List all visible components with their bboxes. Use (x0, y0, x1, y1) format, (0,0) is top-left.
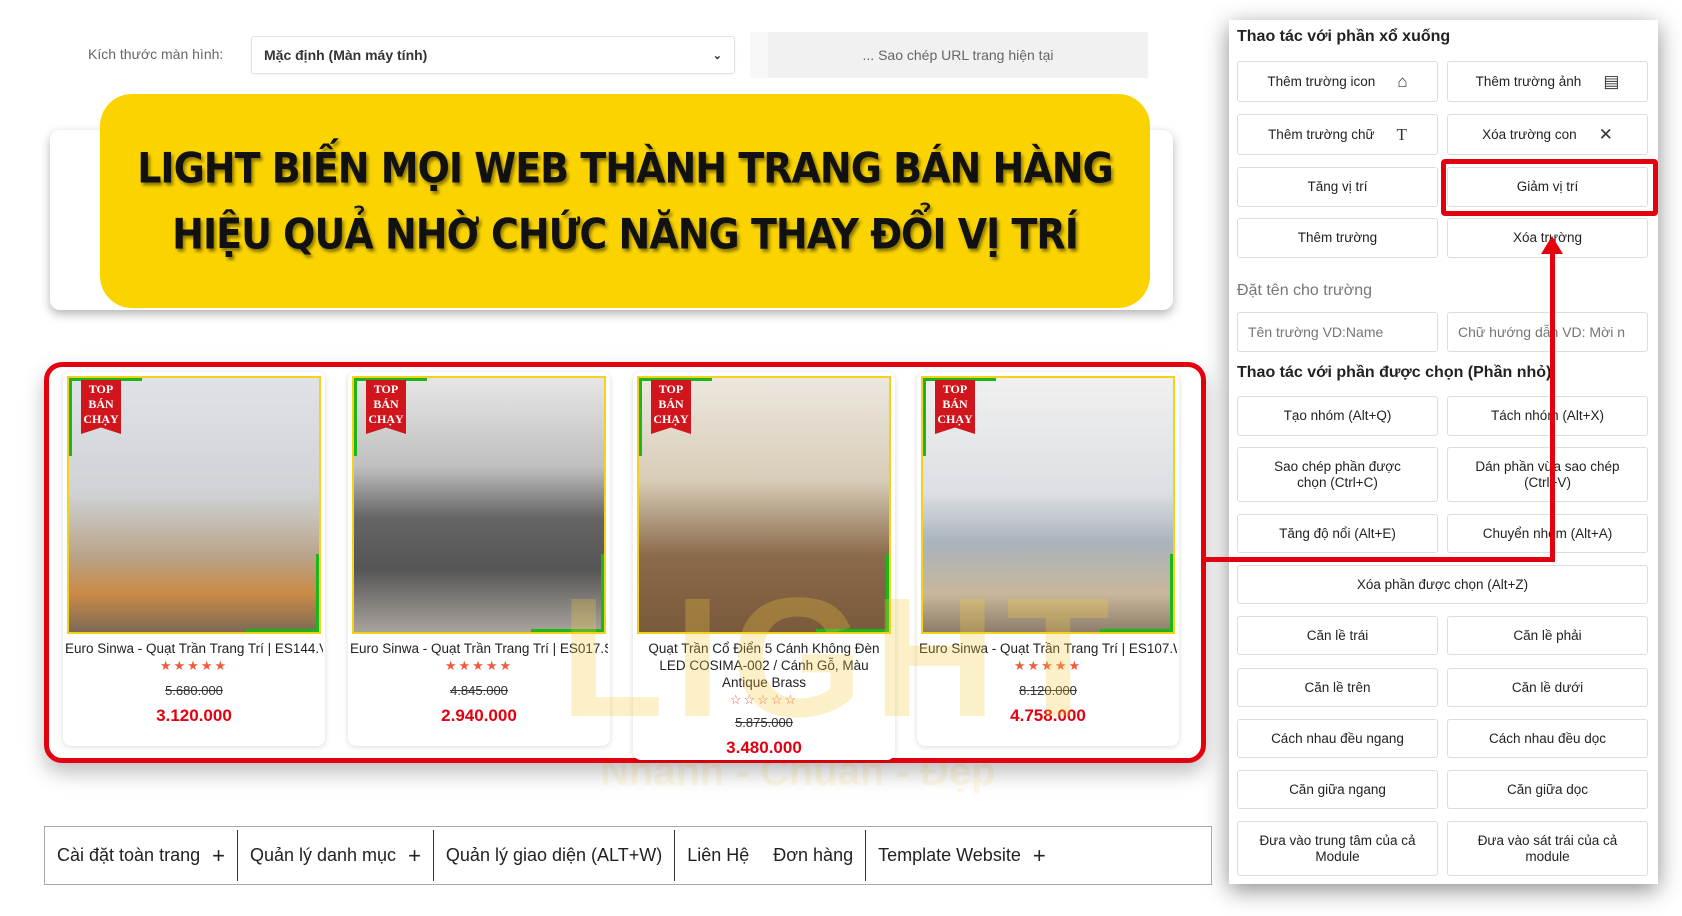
copy-selection-button[interactable]: Sao chép phần được chọn (Ctrl+C) (1237, 447, 1438, 502)
product-title[interactable]: Euro Sinwa - Quạt Trần Trang Trí | ES017… (350, 640, 608, 657)
left-in-module-button[interactable]: Đưa vào sát trái của cả module (1447, 821, 1648, 876)
field-hint-input[interactable] (1447, 312, 1648, 352)
screen-size-label: Kích thước màn hình: (88, 46, 224, 62)
product-title[interactable]: Euro Sinwa - Quạt Trần Trang Trí | ES107… (919, 640, 1177, 657)
old-price: 8.120.000 (1019, 683, 1077, 698)
add-image-field-button[interactable]: Thêm trường ảnh ▤ (1447, 61, 1648, 102)
decrease-position-highlight (1441, 159, 1658, 216)
banner-line-2: HIỆU QUẢ NHỜ CHỨC NĂNG THAY ĐỔI VỊ TRÍ (172, 209, 1079, 259)
promo-banner: LIGHT BIẾN MỌI WEB THÀNH TRANG BÁN HÀNG … (100, 94, 1150, 308)
group-button[interactable]: Tạo nhóm (Alt+Q) (1237, 396, 1438, 436)
field-name-label: Đặt tên cho trường (1237, 282, 1373, 299)
plus-icon: + (212, 842, 225, 868)
ungroup-button[interactable]: Tách nhóm (Alt+X) (1447, 396, 1648, 436)
field-name-input[interactable] (1237, 312, 1438, 352)
home-icon: ⌂ (1397, 71, 1408, 91)
chevron-down-icon: ⌄ (712, 49, 722, 62)
sale-price: 4.758.000 (1010, 706, 1086, 724)
text-icon: T (1396, 124, 1407, 144)
plus-icon: + (408, 842, 421, 868)
old-price: 5.680.000 (165, 683, 223, 698)
top-seller-badge: TOP BÁN CHẠY (651, 380, 691, 434)
add-icon-field-button[interactable]: Thêm trường icon ⌂ (1237, 61, 1438, 102)
sale-price: 3.480.000 (726, 738, 802, 756)
distribute-vertical-button[interactable]: Cách nhau đều dọc (1447, 719, 1648, 758)
old-price: 4.845.000 (450, 683, 508, 698)
product-image: TOP BÁN CHẠY (352, 376, 606, 634)
top-seller-badge: TOP BÁN CHẠY (935, 380, 975, 434)
product-card[interactable]: TOP BÁN CHẠY Euro Sinwa - Quạt Trần Trang … (348, 372, 610, 746)
bring-forward-button[interactable]: Tăng độ nổi (Alt+E) (1237, 514, 1438, 553)
product-image: TOP BÁN CHẠY (67, 376, 321, 634)
center-vertical-button[interactable]: Căn giữa dọc (1447, 770, 1648, 809)
align-top-button[interactable]: Căn lề trên (1237, 668, 1438, 707)
add-field-button[interactable]: Thêm trường (1237, 218, 1438, 258)
banner-line-1: LIGHT BIẾN MỌI WEB THÀNH TRANG BÁN HÀNG (137, 143, 1114, 193)
plus-icon: + (1032, 842, 1046, 868)
panel-heading-selection: Thao tác với phần được chọn (Phần nhỏ) (1237, 364, 1552, 381)
align-right-button[interactable]: Căn lề phải (1447, 616, 1648, 655)
align-bottom-button[interactable]: Căn lề dưới (1447, 668, 1648, 707)
sale-price: 2.940.000 (441, 706, 517, 724)
sale-price: 3.120.000 (156, 706, 232, 724)
arrow-up-icon (1541, 236, 1563, 254)
annotation-connector (1550, 252, 1555, 562)
menu-contact[interactable]: Liên Hệ (675, 830, 761, 881)
field-actions-panel: Thao tác với phần xổ xuống Thêm trường i… (1229, 20, 1658, 884)
menu-orders[interactable]: Đơn hàng (761, 830, 867, 881)
menu-page-settings[interactable]: Cài đặt toàn trang + (45, 830, 238, 881)
menu-category-management[interactable]: Quản lý danh mục + (238, 830, 434, 881)
product-image: TOP BÁN CHẠY (637, 376, 891, 634)
product-title[interactable]: Quạt Trần Cổ Điển 5 Cánh Không Đèn LED C… (635, 640, 893, 691)
delete-selection-button[interactable]: Xóa phần được chọn (Alt+Z) (1237, 565, 1648, 604)
image-icon: ▤ (1603, 71, 1620, 91)
annotation-connector (1206, 557, 1555, 562)
panel-heading-dropdown: Thao tác với phần xổ xuống (1237, 28, 1451, 45)
distribute-horizontal-button[interactable]: Cách nhau đều ngang (1237, 719, 1438, 758)
menu-template-website[interactable]: Template Website + (866, 830, 1058, 881)
rating-stars: ☆☆☆☆☆ (729, 692, 799, 707)
old-price: 5.875.000 (735, 715, 793, 730)
product-card[interactable]: TOP BÁN CHẠY Euro Sinwa - Quạt Trần Trang … (63, 372, 325, 746)
bottom-menu-bar: Cài đặt toàn trang + Quản lý danh mục + Qu… (44, 826, 1212, 885)
product-image: TOP BÁN CHẠY (921, 376, 1175, 634)
top-seller-badge: TOP BÁN CHẠY (366, 380, 406, 434)
close-icon: ✕ (1598, 124, 1613, 144)
delete-child-field-button[interactable]: Xóa trường con ✕ (1447, 114, 1648, 155)
rating-stars: ★★★★★ (444, 658, 514, 673)
increase-position-button[interactable]: Tăng vị trí (1237, 167, 1438, 207)
rating-stars: ★★★★★ (1013, 658, 1083, 673)
center-horizontal-button[interactable]: Căn giữa ngang (1237, 770, 1438, 809)
rating-stars: ★★★★★ (159, 658, 229, 673)
top-seller-badge: TOP BÁN CHẠY (81, 380, 121, 434)
align-left-button[interactable]: Căn lề trái (1237, 616, 1438, 655)
product-card[interactable]: TOP BÁN CHẠY Euro Sinwa - Quạt Trần Trang … (917, 372, 1179, 746)
paste-button[interactable]: Dán phần vừa sao chép (Ctrl+V) (1447, 447, 1648, 502)
screen-size-select[interactable]: Mặc định (Màn máy tính) ⌄ (251, 36, 735, 74)
menu-theme-management[interactable]: Quản lý giao diện (ALT+W) (434, 830, 676, 881)
copy-url-button[interactable]: ... Sao chép URL trang hiện tại (750, 32, 1148, 78)
move-group-button[interactable]: Chuyển nhóm (Alt+A) (1447, 514, 1648, 553)
center-in-module-button[interactable]: Đưa vào trung tâm của cả Module (1237, 821, 1438, 876)
product-card[interactable]: TOP BÁN CHẠY Quạt Trần Cổ Điển 5 Cánh Khôn… (633, 372, 895, 760)
screen-size-value: Mặc định (Màn máy tính) (264, 47, 428, 63)
product-title[interactable]: Euro Sinwa - Quạt Trần Trang Trí | ES144… (65, 640, 323, 657)
product-list-highlight: TOP BÁN CHẠY Euro Sinwa - Quạt Trần Trang … (44, 362, 1206, 763)
add-text-field-button[interactable]: Thêm trường chữ T (1237, 114, 1438, 155)
